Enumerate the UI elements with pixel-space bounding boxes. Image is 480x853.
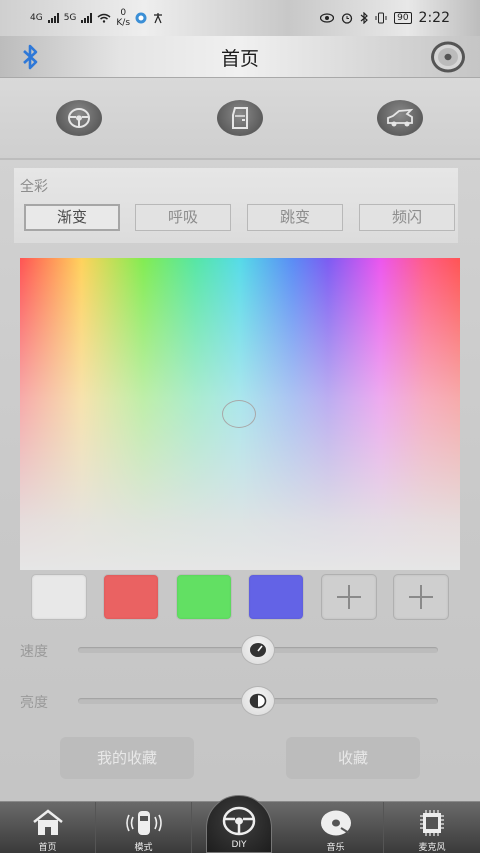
page-title: 首页 [220, 48, 259, 70]
tab-music-label: 音乐 [326, 843, 345, 853]
status-right: 90 2:22 [320, 10, 450, 26]
tab-diy-label: DIY [231, 840, 247, 850]
color-swatch-2[interactable] [103, 574, 159, 620]
microphone-chip-icon [420, 810, 444, 836]
color-swatch-3[interactable] [176, 574, 232, 620]
music-disc-icon [320, 810, 351, 836]
signal-icon-2 [81, 13, 93, 23]
color-swatch-4[interactable] [248, 574, 304, 620]
effect-jump-button[interactable]: 跳变 [247, 204, 343, 231]
disc-icon [431, 41, 465, 73]
net-speed: 0 K/s [116, 8, 130, 28]
tab-music-icon-wrap [288, 808, 383, 838]
panel-title: 全彩 [20, 179, 48, 195]
color-picker[interactable] [20, 258, 460, 570]
mode-bar [0, 78, 480, 160]
tab-home-label: 首页 [38, 843, 57, 853]
signal-icon [47, 13, 59, 23]
speedometer-icon [250, 643, 266, 657]
tab-mic-icon-wrap [384, 808, 480, 838]
my-favorites-button[interactable]: 我的收藏 [60, 737, 194, 779]
steering-mode-button[interactable] [56, 100, 102, 136]
wifi-icon [97, 13, 111, 23]
color-swatch-1[interactable] [31, 574, 87, 620]
car-signal-icon [125, 811, 162, 835]
brightness-icon [249, 693, 267, 709]
tab-diy-icon-wrap [207, 806, 271, 836]
tab-mode-label: 模式 [134, 843, 153, 853]
status-time: 2:22 [418, 10, 450, 26]
effect-strobe-button[interactable]: 频闪 [359, 204, 455, 231]
translate-icon [154, 13, 163, 24]
speed-label: 速度 [20, 644, 48, 660]
app-notification-icon [135, 12, 147, 24]
tab-home-icon-wrap [0, 808, 95, 838]
add-swatch-button-2[interactable] [393, 574, 449, 620]
brightness-label: 亮度 [20, 695, 48, 711]
effect-panel: 全彩 渐变 呼吸 跳变 频闪 [14, 168, 458, 243]
steering-wheel-icon [222, 806, 256, 836]
network-type-2: 5G [63, 13, 77, 23]
disc-button[interactable] [430, 40, 466, 74]
app-header: 首页 [0, 36, 480, 78]
eye-icon [320, 13, 335, 23]
tab-mic[interactable]: 麦克风 [384, 802, 480, 853]
plus-icon [337, 585, 361, 609]
car-mode-button[interactable] [377, 100, 423, 136]
bluetooth-status-icon [360, 12, 368, 24]
tab-music[interactable]: 音乐 [288, 802, 384, 853]
tab-mode-icon-wrap [96, 808, 191, 838]
color-picker-cursor[interactable] [222, 400, 256, 428]
network-type-1: 4G [30, 13, 43, 23]
battery-indicator: 90 [394, 12, 412, 24]
alarm-icon [341, 13, 353, 24]
net-speed-value: 0 [120, 8, 127, 18]
car-door-icon [232, 107, 248, 129]
effect-gradient-button[interactable]: 渐变 [24, 204, 120, 231]
add-swatch-button-1[interactable] [321, 574, 377, 620]
tab-diy[interactable]: DIY [206, 795, 272, 853]
vibrate-icon [375, 12, 387, 24]
tab-home[interactable]: 首页 [0, 802, 96, 853]
status-bar: 4G 5G 0 K/s 90 2:22 [0, 0, 480, 36]
effect-breathe-button[interactable]: 呼吸 [135, 204, 231, 231]
speed-slider-thumb[interactable] [241, 635, 275, 665]
brightness-slider-thumb[interactable] [241, 686, 275, 716]
net-speed-unit: K/s [116, 18, 131, 28]
home-icon [32, 809, 63, 835]
steering-wheel-icon [68, 108, 90, 128]
plus-icon [409, 585, 433, 609]
status-left: 4G 5G 0 K/s [30, 8, 164, 28]
tab-mic-label: 麦克风 [418, 843, 446, 853]
car-open-hood-icon [387, 108, 414, 127]
favorite-button[interactable]: 收藏 [286, 737, 420, 779]
tab-mode[interactable]: 模式 [96, 802, 192, 853]
door-mode-button[interactable] [217, 100, 263, 136]
